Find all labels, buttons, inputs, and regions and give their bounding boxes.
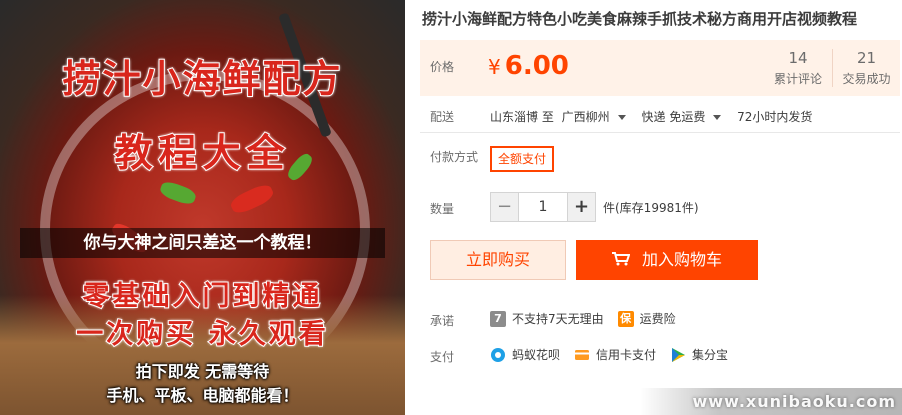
shipping-info: 山东淄博 至 广西柳州 快递 免运费 72小时内发货 [490, 108, 816, 125]
image-slogan-2: 一次购买 永久观看 [75, 318, 329, 351]
payment-option-full[interactable]: 全额支付 [490, 146, 555, 172]
product-title: 捞汁小海鲜配方特色小吃美食麻辣手抓技术秘方商用开店视频教程 [422, 10, 858, 28]
price-panel: 价格 ¥6.00 14 累计评论 21 交易成功 [420, 40, 900, 96]
payment-jifenbao-label: 集分宝 [692, 348, 729, 362]
buy-now-button[interactable]: 立即购买 [430, 240, 566, 280]
payment-huabei-label: 蚂蚁花呗 [512, 348, 561, 362]
image-slogan-1: 零基础入门到精通 [82, 280, 323, 313]
ship-method-text: 快递 免运费 [641, 110, 706, 124]
quantity-input[interactable]: 1 [518, 193, 568, 221]
jifenbao-icon [672, 347, 686, 362]
payment-method-label: 付款方式 [430, 150, 479, 164]
product-main-image[interactable]: 捞汁小海鲜配方 教程大全 你与大神之间只差这一个教程！ 零基础入门到精通 一次购… [0, 0, 405, 415]
promise-list: 7 不支持7天无理由 保 运费险 [490, 310, 676, 327]
currency-symbol: ¥ [488, 55, 501, 79]
ship-dispatch: 72小时内发货 [737, 110, 813, 124]
add-to-cart-label: 加入购物车 [641, 250, 722, 269]
ship-to-select[interactable]: 广西柳州 [562, 110, 634, 124]
reviews-stat[interactable]: 14 累计评论 [764, 49, 832, 87]
payments-label: 支付 [430, 350, 455, 364]
quantity-increase-button[interactable]: + [568, 193, 595, 221]
promise-no-reason[interactable]: 不支持7天无理由 [512, 310, 604, 327]
image-headline-2: 教程大全 [113, 130, 291, 176]
image-headline-1: 捞汁小海鲜配方 [61, 56, 343, 102]
stock-info: 件(库存19981件) [603, 201, 699, 215]
promise-insurance[interactable]: 运费险 [640, 310, 676, 327]
payment-credit-card-label: 信用卡支付 [596, 348, 657, 362]
sales-label: 交易成功 [842, 72, 891, 86]
ship-to-text: 广西柳州 [561, 110, 610, 124]
promise-label: 承诺 [430, 314, 455, 328]
seven-day-icon: 7 [490, 310, 506, 327]
image-note-1: 拍下即发 无需等待 [135, 362, 270, 381]
cart-icon [611, 252, 630, 266]
reviews-count: 14 [788, 49, 808, 67]
price-label: 价格 [430, 60, 455, 74]
sales-stat: 21 交易成功 [832, 49, 900, 87]
payments-list: 蚂蚁花呗 信用卡支付 集分宝 [490, 346, 742, 363]
quantity-label: 数量 [430, 202, 455, 216]
payment-credit-card[interactable]: 信用卡支付 [574, 346, 656, 363]
payment-jifenbao[interactable]: 集分宝 [670, 346, 728, 363]
chevron-down-icon [713, 115, 722, 120]
product-info-panel: 捞汁小海鲜配方特色小吃美食麻辣手抓技术秘方商用开店视频教程 价格 ¥6.00 1… [420, 0, 902, 415]
credit-card-icon [575, 349, 590, 360]
huabei-icon [491, 347, 505, 362]
divider [420, 132, 900, 133]
price-amount: 6.00 [504, 51, 569, 81]
shipping-label: 配送 [430, 110, 455, 124]
quantity-decrease-button[interactable]: − [491, 193, 518, 221]
insurance-icon: 保 [617, 310, 634, 327]
ship-method-select[interactable]: 快递 免运费 [642, 110, 730, 124]
chevron-down-icon [617, 115, 626, 120]
payment-huabei[interactable]: 蚂蚁花呗 [490, 346, 560, 363]
watermark-text: www.xunibaoku.com [692, 392, 896, 411]
add-to-cart-button[interactable]: 加入购物车 [576, 240, 758, 280]
quantity-stepper: − 1 + [490, 192, 596, 222]
image-note-2: 手机、平板、电脑都能看！ [106, 386, 299, 405]
reviews-label: 累计评论 [773, 72, 822, 86]
price-value: ¥6.00 [488, 51, 569, 81]
sales-count: 21 [856, 49, 877, 67]
ship-from: 山东淄博 至 [490, 110, 554, 124]
image-tagline: 你与大神之间只差这一个教程！ [20, 228, 385, 258]
